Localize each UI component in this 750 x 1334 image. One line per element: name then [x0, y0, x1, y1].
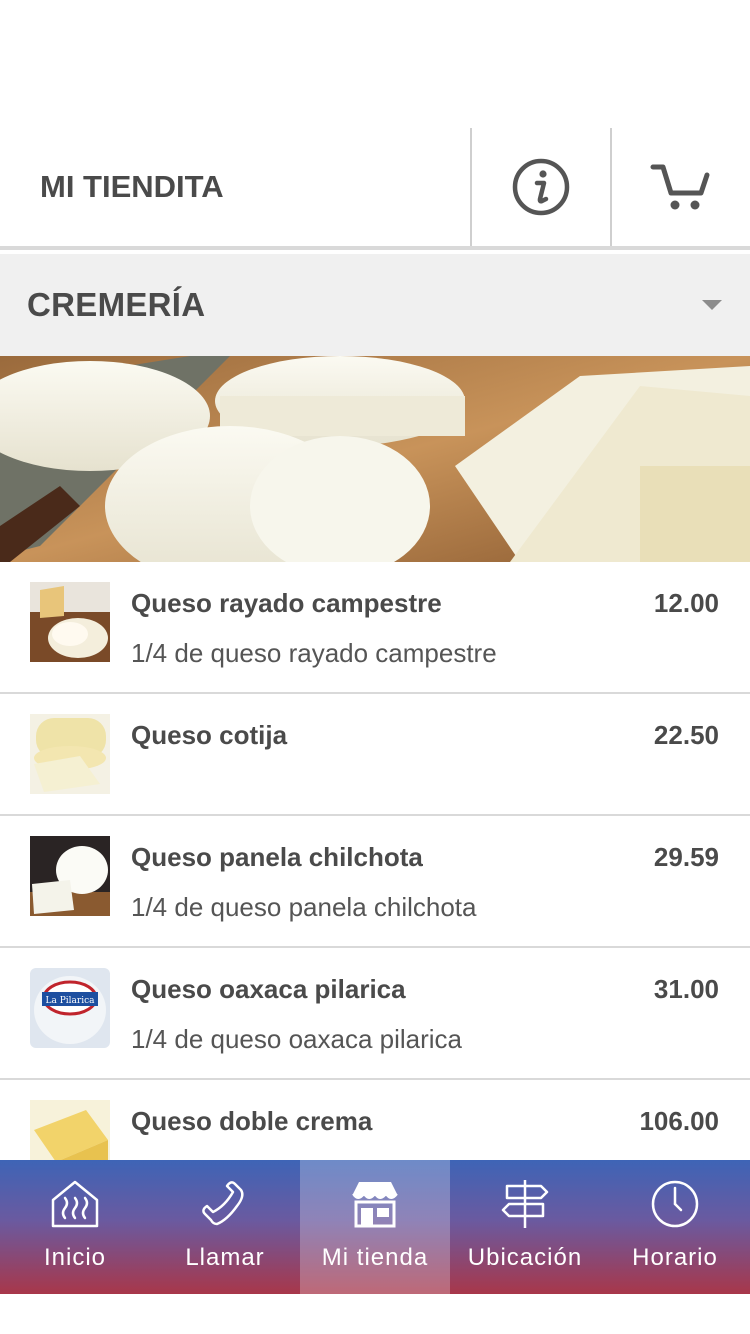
product-thumbnail: [30, 1100, 110, 1160]
tab-label: Horario: [632, 1244, 718, 1271]
product-price: 31.00: [653, 974, 719, 1004]
product-name: Queso cotija: [131, 720, 288, 750]
product-name: Queso rayado campestre: [131, 588, 442, 618]
clock-icon: [651, 1180, 699, 1228]
product-description: 1/4 de queso oaxaca pilarica: [131, 1024, 463, 1054]
product-thumbnail: La Pilarica: [30, 968, 110, 1048]
chevron-down-icon: [702, 300, 722, 310]
product-row[interactable]: La Pilarica Queso oaxaca pilarica 31.00 …: [0, 948, 750, 1080]
product-thumbnail: [30, 582, 110, 662]
tab-label: Mi tienda: [321, 1244, 429, 1271]
product-price: 12.00: [653, 588, 719, 618]
product-thumbnail: [30, 836, 110, 916]
home-indicator-space: [0, 1294, 750, 1334]
cart-icon: [650, 164, 710, 210]
bottom-tab-bar: Inicio Llamar Mi tienda Ubicación Horari…: [0, 1160, 750, 1294]
tab-label: Ubicación: [467, 1244, 583, 1271]
status-bar-space: [0, 0, 750, 128]
product-row[interactable]: Queso cotija 22.50: [0, 694, 750, 816]
svg-text:La Pilarica: La Pilarica: [46, 996, 96, 1006]
product-list: Queso rayado campestre 12.00 1/4 de ques…: [0, 562, 750, 1160]
product-price: 29.59: [653, 842, 719, 872]
category-banner-image: [0, 356, 750, 562]
tab-mi-tienda[interactable]: Mi tienda: [300, 1160, 450, 1294]
tab-llamar[interactable]: Llamar: [150, 1160, 300, 1294]
tab-label: Llamar: [185, 1244, 265, 1271]
app-header: MI TIENDITA: [0, 128, 750, 250]
info-button[interactable]: [470, 128, 610, 246]
product-row[interactable]: Queso doble crema 106.00: [0, 1080, 750, 1160]
tab-ubicacion[interactable]: Ubicación: [450, 1160, 600, 1294]
signpost-icon: [501, 1180, 549, 1228]
app-title: MI TIENDITA: [40, 169, 224, 204]
home-icon: [51, 1180, 99, 1228]
product-name: Queso doble crema: [131, 1106, 373, 1136]
tab-inicio[interactable]: Inicio: [0, 1160, 150, 1294]
info-icon: [512, 158, 570, 216]
tab-horario[interactable]: Horario: [600, 1160, 750, 1294]
product-row[interactable]: Queso rayado campestre 12.00 1/4 de ques…: [0, 562, 750, 694]
product-thumbnail: [30, 714, 110, 794]
phone-icon: [202, 1181, 244, 1226]
product-price: 106.00: [639, 1106, 719, 1136]
product-row[interactable]: Queso panela chilchota 29.59 1/4 de ques…: [0, 816, 750, 948]
category-selector[interactable]: CREMERÍA: [0, 254, 750, 356]
product-description: 1/4 de queso panela chilchota: [131, 892, 477, 922]
category-label: CREMERÍA: [27, 286, 206, 323]
product-name: Queso panela chilchota: [131, 842, 423, 872]
store-icon: [352, 1182, 398, 1228]
product-name: Queso oaxaca pilarica: [131, 974, 406, 1004]
product-description: 1/4 de queso rayado campestre: [131, 638, 497, 668]
tab-label: Inicio: [43, 1244, 107, 1271]
cart-button[interactable]: [610, 128, 750, 246]
product-price: 22.50: [653, 720, 719, 750]
